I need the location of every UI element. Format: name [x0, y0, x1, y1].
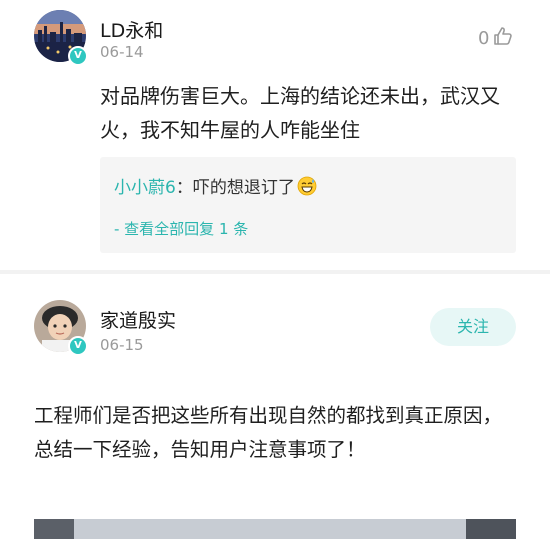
verified-badge-icon: V: [68, 336, 88, 356]
reply-author[interactable]: 小小蔚6: [114, 178, 176, 198]
username[interactable]: LD永和: [100, 16, 163, 43]
comment-date: 06-14: [100, 43, 144, 61]
comment-text: 对品牌伤害巨大。上海的结论还未出，武汉又火，我不知牛屋的人咋能坐住: [100, 84, 500, 142]
username[interactable]: 家道殷实: [100, 306, 176, 333]
comment-text: 工程师们是否把这些所有出现自然的都找到真正原因，总结一下经验，告知用户注意事项了…: [34, 404, 503, 461]
view-all-replies-link[interactable]: - 查看全部回复 1 条: [114, 218, 248, 239]
comment-image[interactable]: [34, 519, 516, 539]
grinning-sweat-emoji-icon: [297, 176, 317, 196]
reply-separator: ：: [175, 178, 193, 198]
reply-box[interactable]: 小小蔚6：吓的想退订了 - 查看全部回复 1 条: [100, 157, 516, 253]
reply-text: 吓的想退订了: [192, 178, 295, 198]
like-count: 0: [478, 28, 490, 49]
thumbs-up-icon: [493, 26, 513, 51]
comment-item: V LD永和 06-14 0 对品牌伤害巨大。上海的结论还未出，武汉又火，我不知…: [0, 0, 550, 270]
comment-date: 06-15: [100, 336, 144, 354]
like-button[interactable]: 0: [478, 26, 513, 51]
reply-item: 小小蔚6：吓的想退订了: [114, 173, 317, 198]
follow-button[interactable]: 关注: [430, 308, 516, 346]
verified-badge-icon: V: [68, 46, 88, 66]
